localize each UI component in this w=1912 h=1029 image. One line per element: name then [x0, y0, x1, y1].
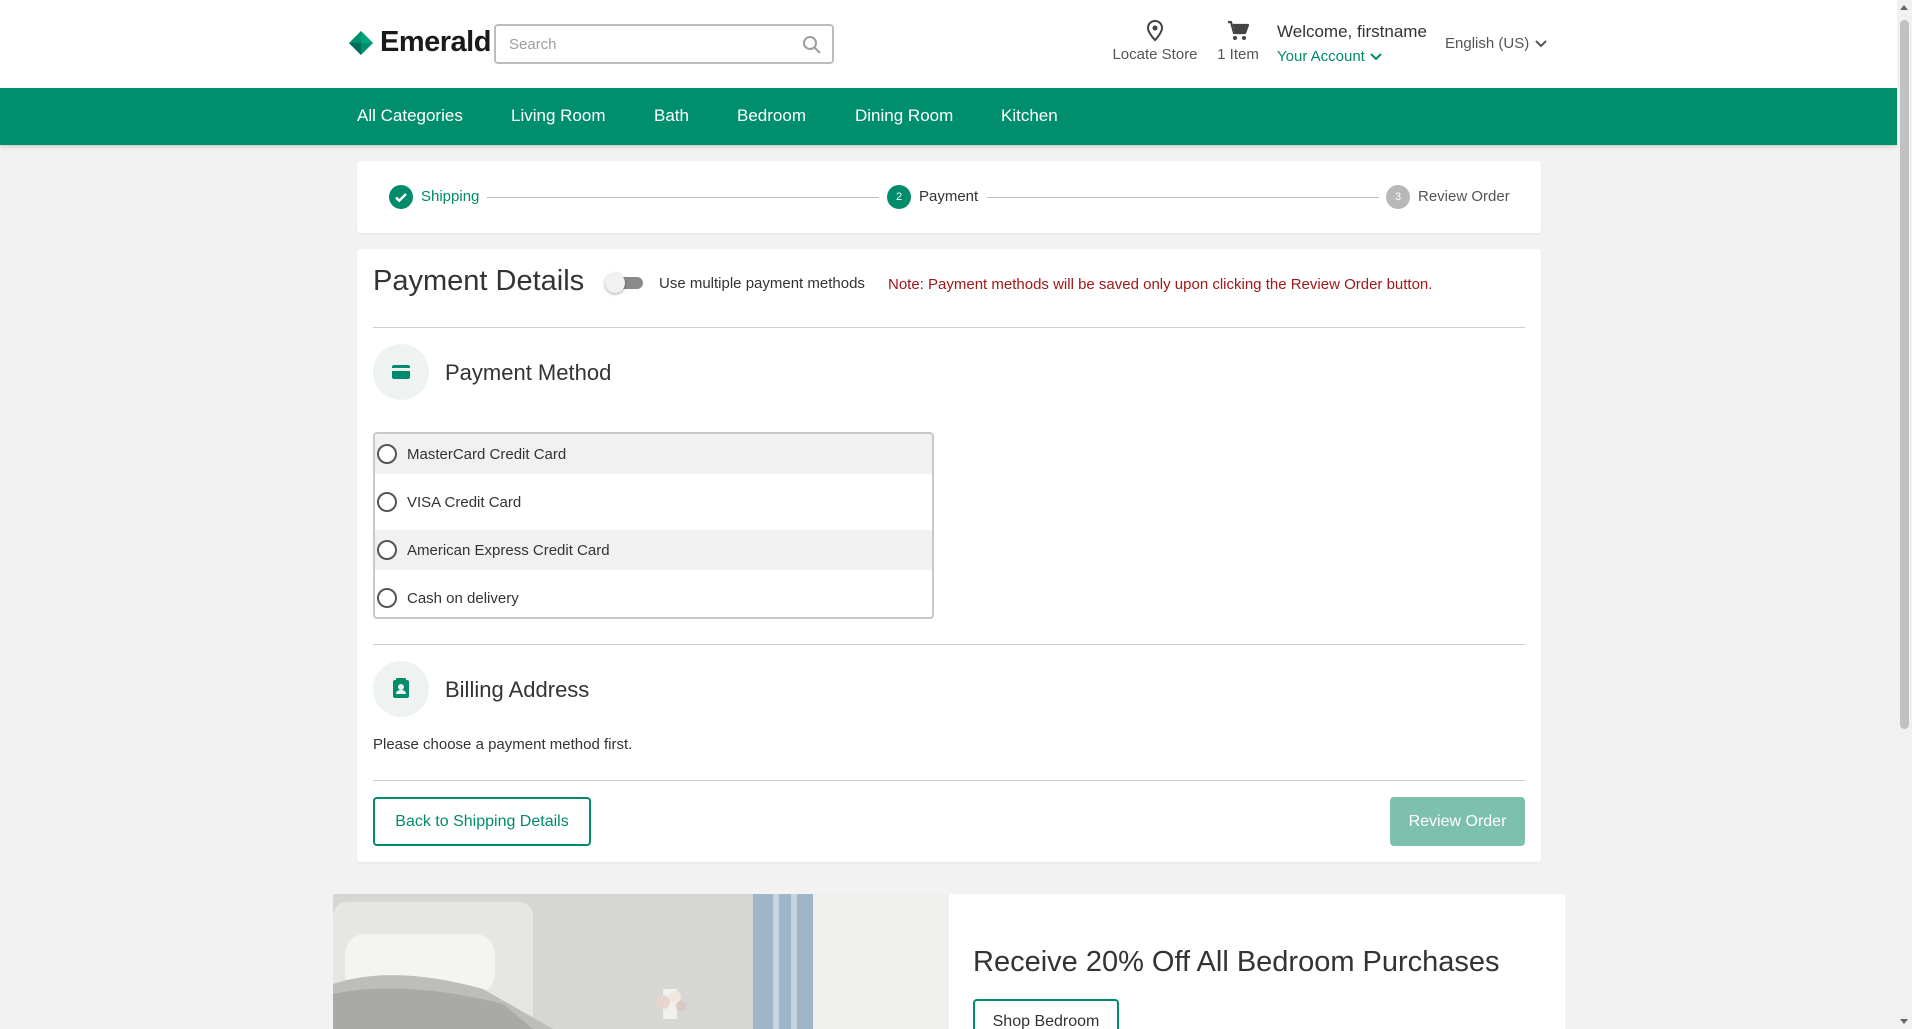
payment-details-panel: Payment Details Use multiple payment met… — [357, 249, 1541, 862]
payment-method-list: MasterCard Credit Card VISA Credit Card … — [373, 432, 934, 619]
chevron-down-icon — [1535, 39, 1547, 47]
payment-method-title: Payment Method — [445, 360, 612, 385]
account-menu[interactable]: Your Account — [1277, 48, 1382, 65]
billing-message: Please choose a payment method first. — [373, 736, 633, 753]
step-shipping[interactable]: Shipping — [421, 188, 479, 205]
scroll-down-arrow-icon[interactable] — [1900, 1019, 1908, 1024]
step-payment: Payment — [919, 188, 979, 205]
account-label: Your Account — [1277, 48, 1365, 65]
cart-icon — [1228, 20, 1250, 40]
search-icon[interactable] — [802, 35, 822, 55]
review-order-button[interactable]: Review Order — [1390, 797, 1525, 846]
nav-dining-room[interactable]: Dining Room — [855, 106, 953, 126]
bedroom-promo-card: Receive 20% Off All Bedroom Purchases Sh… — [949, 894, 1565, 1029]
credit-card-icon — [373, 344, 429, 400]
language-label: English (US) — [1445, 35, 1530, 52]
radio-button[interactable] — [377, 492, 397, 512]
divider — [373, 644, 1525, 645]
map-pin-icon — [1146, 20, 1164, 42]
brand-name: Emerald — [380, 26, 491, 58]
radio-button[interactable] — [377, 540, 397, 560]
check-icon — [389, 185, 413, 209]
nav-all-categories[interactable]: All Categories — [357, 106, 463, 126]
step-review-order: Review Order — [1418, 188, 1510, 205]
locate-store-link[interactable]: Locate Store — [1108, 20, 1202, 63]
divider — [373, 327, 1525, 328]
search-box — [494, 24, 834, 64]
nav-bath[interactable]: Bath — [654, 106, 689, 126]
payment-option-mastercard[interactable]: MasterCard Credit Card — [375, 434, 932, 474]
radio-button[interactable] — [377, 444, 397, 464]
page-title: Payment Details — [373, 265, 585, 297]
chevron-down-icon — [1370, 52, 1382, 60]
step-connector — [487, 197, 879, 198]
toggle-knob — [605, 273, 625, 293]
toggle-label: Use multiple payment methods — [659, 275, 865, 292]
cart-count: 1 Item — [1217, 46, 1259, 63]
payment-option-cod[interactable]: Cash on delivery — [375, 578, 932, 617]
payment-option-amex[interactable]: American Express Credit Card — [375, 530, 932, 570]
page-scrollbar[interactable] — [1897, 0, 1912, 1029]
welcome-text: Welcome, firstname — [1277, 22, 1427, 41]
payment-option-label: Cash on delivery — [407, 589, 519, 607]
locate-store-label: Locate Store — [1112, 46, 1198, 63]
step-number-review: 3 — [1386, 185, 1410, 209]
brand-logo[interactable]: Emerald — [348, 26, 491, 59]
checkout-stepper: Shipping 2 Payment 3 Review Order — [357, 161, 1541, 233]
language-selector[interactable]: English (US) — [1445, 35, 1547, 52]
scroll-thumb[interactable] — [1900, 20, 1909, 729]
nav-bedroom[interactable]: Bedroom — [737, 106, 806, 126]
nav-living-room[interactable]: Living Room — [511, 106, 606, 126]
multiple-payment-toggle[interactable] — [605, 273, 643, 293]
back-to-shipping-button[interactable]: Back to Shipping Details — [373, 797, 591, 846]
search-input[interactable] — [496, 26, 786, 62]
site-header: Emerald Locate Store 1 Item Welcome, fir… — [0, 0, 1897, 88]
billing-address-title: Billing Address — [445, 677, 590, 702]
category-nav: All Categories Living Room Bath Bedroom … — [0, 88, 1897, 145]
payment-option-label: MasterCard Credit Card — [407, 445, 567, 463]
payment-option-label: American Express Credit Card — [407, 541, 610, 559]
payment-option-visa[interactable]: VISA Credit Card — [375, 482, 932, 522]
radio-button[interactable] — [377, 588, 397, 608]
step-number-payment: 2 — [887, 185, 911, 209]
shop-bedroom-button[interactable]: Shop Bedroom — [973, 999, 1119, 1029]
payment-option-label: VISA Credit Card — [407, 493, 522, 511]
emerald-logo-icon — [348, 30, 374, 56]
scroll-up-arrow-icon[interactable] — [1900, 5, 1908, 10]
contact-card-icon — [373, 661, 429, 717]
step-connector — [987, 197, 1379, 198]
bedroom-promo-image — [333, 894, 949, 1029]
promo-title: Receive 20% Off All Bedroom Purchases — [973, 946, 1500, 978]
divider — [373, 780, 1525, 781]
save-note: Note: Payment methods will be saved only… — [888, 276, 1433, 293]
cart-link[interactable]: 1 Item — [1212, 20, 1264, 63]
nav-kitchen[interactable]: Kitchen — [1001, 106, 1058, 126]
